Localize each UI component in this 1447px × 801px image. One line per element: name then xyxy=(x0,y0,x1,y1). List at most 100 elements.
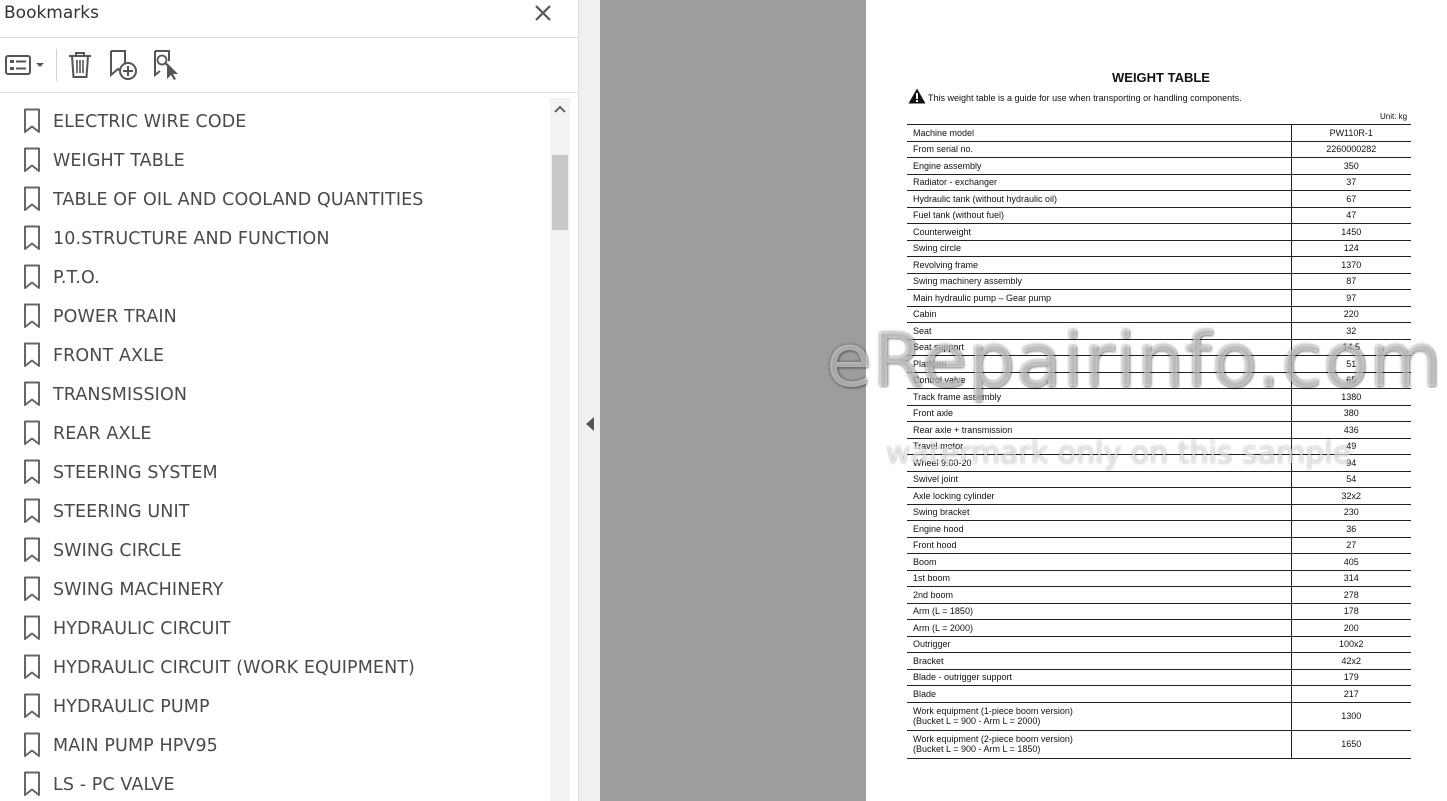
component-weight: 32x2 xyxy=(1290,487,1411,505)
scroll-up-button[interactable] xyxy=(550,102,570,118)
bookmark-icon xyxy=(24,186,40,211)
weight-table: Machine model PW110R-1 From serial no. 2260… xyxy=(907,124,1411,759)
component-name: Control valve xyxy=(907,372,1291,389)
table-row: Engine assembly 350 xyxy=(907,157,1411,175)
close-panel-button[interactable] xyxy=(530,1,556,27)
bookmark-label: STEERING SYSTEM xyxy=(53,463,218,483)
bookmark-item[interactable]: TABLE OF OIL AND COOLAND QUANTITIES xyxy=(0,180,550,219)
bookmark-label: 10.STRUCTURE AND FUNCTION xyxy=(53,229,330,249)
component-weight: 350 xyxy=(1290,157,1411,175)
component-weight: 94 xyxy=(1290,454,1411,472)
component-weight: 97 xyxy=(1290,289,1411,307)
table-row: 1st boom 314 xyxy=(907,570,1411,587)
bookmark-item[interactable]: P.T.O. xyxy=(0,258,550,297)
bookmark-icon xyxy=(24,732,40,757)
component-weight: 32 xyxy=(1290,322,1411,340)
table-row: Radiator - exchanger 37 xyxy=(907,174,1411,191)
bookmark-icon xyxy=(24,459,40,484)
component-weight: 36 xyxy=(1290,520,1411,538)
page-title: WEIGHT TABLE xyxy=(1112,70,1210,85)
table-row: 2nd boom 278 xyxy=(907,586,1411,604)
component-name: Front hood xyxy=(907,537,1291,554)
bookmark-item[interactable]: WEIGHT TABLE xyxy=(0,141,550,180)
component-name: Hydraulic tank (without hydraulic oil) xyxy=(907,190,1291,208)
component-name: Counterweight xyxy=(907,223,1291,241)
component-weight: 436 xyxy=(1290,421,1411,439)
bookmark-item[interactable]: MAIN PUMP HPV95 xyxy=(0,726,550,765)
table-row: Front axle 380 xyxy=(907,405,1411,422)
bookmark-item[interactable]: LS - PC VALVE xyxy=(0,765,550,801)
bookmark-scrollbar[interactable] xyxy=(550,98,570,801)
table-row: Work equipment (1-piece boom version) (Bu… xyxy=(907,702,1411,731)
component-name: Axle locking cylinder xyxy=(907,487,1291,505)
component-name: Boom xyxy=(907,553,1291,571)
bookmarks-panel: Bookmarks ELECTRIC WIRE CODE WEIGHT TABL… xyxy=(0,0,578,801)
bookmark-list: ELECTRIC WIRE CODE WEIGHT TABLE TABLE OF O… xyxy=(0,98,550,801)
bookmark-item[interactable]: FRONT AXLE xyxy=(0,336,550,375)
close-icon xyxy=(535,5,551,21)
component-name-line1: Work equipment (1-piece boom version) xyxy=(913,706,1073,716)
table-row: Platform 51 xyxy=(907,355,1411,373)
bookmark-item[interactable]: HYDRAULIC CIRCUIT xyxy=(0,609,550,648)
table-row: Arm (L = 1850) 178 xyxy=(907,603,1411,620)
bookmark-icon xyxy=(24,654,40,679)
bookmark-item[interactable]: 10.STRUCTURE AND FUNCTION xyxy=(0,219,550,258)
bookmark-item[interactable]: HYDRAULIC PUMP xyxy=(0,687,550,726)
table-row: Bracket 42x2 xyxy=(907,652,1411,670)
component-name: From serial no. xyxy=(907,141,1291,158)
bookmark-item[interactable]: REAR AXLE xyxy=(0,414,550,453)
warning-text: This weight table is a guide for use whe… xyxy=(928,93,1242,103)
trash-icon xyxy=(69,52,91,78)
bookmark-item[interactable]: TRANSMISSION xyxy=(0,375,550,414)
table-row: Swing bracket 230 xyxy=(907,504,1411,521)
component-weight: 217 xyxy=(1290,685,1411,703)
bookmark-label: HYDRAULIC PUMP xyxy=(53,697,210,717)
component-weight: 87 xyxy=(1290,273,1411,290)
bookmark-label: P.T.O. xyxy=(53,268,100,288)
delete-bookmark-button[interactable] xyxy=(65,49,95,81)
component-weight: 230 xyxy=(1290,504,1411,521)
component-name: Wheel 9.00-20 xyxy=(907,454,1291,472)
bookmark-item[interactable]: POWER TRAIN xyxy=(0,297,550,336)
bookmark-item[interactable]: SWING CIRCLE xyxy=(0,531,550,570)
bookmark-label: HYDRAULIC CIRCUIT xyxy=(53,619,231,639)
table-row: Counterweight 1450 xyxy=(907,223,1411,241)
component-name: Fuel tank (without fuel) xyxy=(907,207,1291,224)
component-weight: 47 xyxy=(1290,207,1411,224)
panel-title: Bookmarks xyxy=(4,3,99,23)
bookmark-label: TABLE OF OIL AND COOLAND QUANTITIES xyxy=(53,190,424,210)
options-menu-button[interactable] xyxy=(4,49,48,81)
component-name: Swing bracket xyxy=(907,504,1291,521)
bookmark-icon xyxy=(24,420,40,445)
find-bookmark-button[interactable] xyxy=(151,49,183,81)
document-page: WEIGHT TABLE This weight table is a guid… xyxy=(866,0,1447,801)
scrollbar-thumb[interactable] xyxy=(552,155,568,230)
bookmark-label: TRANSMISSION xyxy=(53,385,188,405)
new-bookmark-button[interactable] xyxy=(107,49,139,81)
table-row: Front hood 27 xyxy=(907,537,1411,554)
bookmark-item[interactable]: HYDRAULIC CIRCUIT (WORK EQUIPMENT) xyxy=(0,648,550,687)
bookmark-item[interactable]: ELECTRIC WIRE CODE xyxy=(0,102,550,141)
document-background xyxy=(600,0,866,801)
panel-header: Bookmarks xyxy=(0,0,578,38)
component-weight: 1380 xyxy=(1290,388,1411,406)
bookmark-item[interactable]: STEERING SYSTEM xyxy=(0,453,550,492)
bookmark-icon xyxy=(24,147,40,172)
bookmark-icon xyxy=(24,537,40,562)
bookmark-item[interactable]: SWING MACHINERY xyxy=(0,570,550,609)
collapse-panel-button[interactable] xyxy=(586,417,594,431)
component-name: 2nd boom xyxy=(907,586,1291,604)
table-row: Seat 32 xyxy=(907,322,1411,340)
table-row: Blade - outrigger support 179 xyxy=(907,669,1411,686)
component-weight: 54 xyxy=(1290,471,1411,488)
component-weight: 178 xyxy=(1290,603,1411,620)
toolbar-separator xyxy=(56,49,57,81)
component-weight: 65 xyxy=(1290,372,1411,389)
component-weight: 49 xyxy=(1290,438,1411,455)
bookmark-icon xyxy=(24,771,40,796)
bookmark-item[interactable]: STEERING UNIT xyxy=(0,492,550,531)
table-row: From serial no. 2260000282 xyxy=(907,141,1411,158)
panel-splitter[interactable] xyxy=(578,0,600,801)
table-row: Machine model PW110R-1 xyxy=(907,124,1411,142)
component-weight: 100x2 xyxy=(1290,636,1411,653)
